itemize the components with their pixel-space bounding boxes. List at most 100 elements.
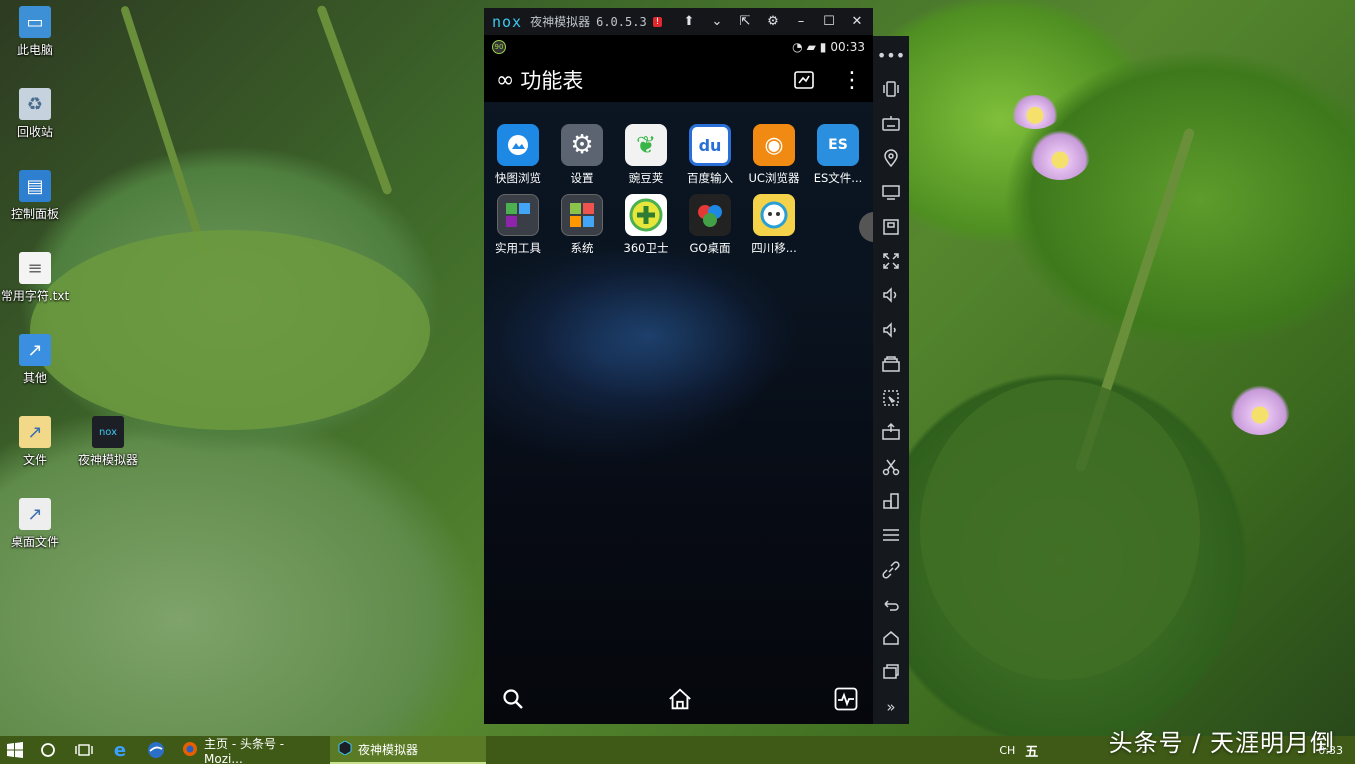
- app-label: 四川移...: [751, 241, 797, 255]
- desktop-icon-files[interactable]: ↗ 文件: [0, 416, 70, 468]
- shortcut-icon: ↗: [19, 334, 51, 366]
- edge-browser-icon[interactable]: e: [102, 736, 138, 764]
- ime-indicator[interactable]: 五: [1025, 741, 1038, 760]
- pin-icon[interactable]: ⬆: [681, 14, 697, 29]
- fullscreen-icon[interactable]: [878, 244, 904, 278]
- wifi-icon: ◔: [792, 40, 803, 54]
- keyboard-icon[interactable]: [878, 107, 904, 141]
- home-icon[interactable]: [667, 686, 693, 712]
- go-launcher-icon: [689, 194, 731, 236]
- signal-icon: ▰: [806, 40, 816, 54]
- app-label: 百度输入: [687, 171, 733, 185]
- desktop-icon-recycle-bin[interactable]: ♻ 回收站: [0, 88, 70, 140]
- desktop-icon-other[interactable]: ↗ 其他: [0, 334, 70, 386]
- desktop-icon-this-pc[interactable]: ▭ 此电脑: [0, 6, 70, 58]
- desktop-icon-nox[interactable]: nox 夜神模拟器: [73, 416, 143, 468]
- more-icon[interactable]: •••: [877, 38, 905, 72]
- status-bar: 90 ◔ ▰ ▮ 00:33: [484, 36, 873, 58]
- app-label: 快图浏览: [495, 171, 541, 185]
- taskbar-task-nox[interactable]: 夜神模拟器: [330, 736, 486, 764]
- app-pinned-icon[interactable]: [138, 736, 174, 764]
- app-baidu-input[interactable]: du 百度输入: [678, 124, 742, 186]
- scissors-icon[interactable]: [878, 450, 904, 484]
- desktop-icon-label: 其他: [22, 371, 47, 385]
- taskbar-task-firefox[interactable]: 主页 - 头条号 - Mozi...: [174, 736, 330, 764]
- volume-up-icon[interactable]: [878, 278, 904, 312]
- app-kuaitu[interactable]: 快图浏览: [486, 124, 550, 186]
- app-label: 设置: [570, 171, 594, 185]
- app-es-file[interactable]: ES ES文件...: [806, 124, 870, 186]
- app-wandoujia[interactable]: ❦ 豌豆荚: [614, 124, 678, 186]
- screenshot-icon[interactable]: [878, 209, 904, 243]
- desktop-icon-label: 夜神模拟器: [77, 453, 138, 467]
- search-icon[interactable]: [500, 686, 526, 712]
- macro-icon[interactable]: [878, 381, 904, 415]
- app-system-folder[interactable]: 系统: [550, 194, 614, 256]
- more-options-icon[interactable]: ⋮: [841, 68, 863, 93]
- folder-icon: [497, 194, 539, 236]
- menu-icon[interactable]: [878, 518, 904, 552]
- baidu-input-icon: du: [689, 124, 731, 166]
- image-viewer-icon: [497, 124, 539, 166]
- desktop-icon-label: 常用字符.txt: [0, 289, 70, 303]
- wallpaper-flower: [1030, 130, 1090, 180]
- task-label: 夜神模拟器: [358, 742, 419, 757]
- layout-icon[interactable]: [878, 484, 904, 518]
- location-icon[interactable]: [878, 141, 904, 175]
- desktop-icon-desktop-files[interactable]: ↗ 桌面文件: [0, 498, 70, 550]
- desktop-icon-label: 回收站: [16, 125, 53, 139]
- chevron-down-icon[interactable]: ⌄: [709, 14, 725, 29]
- wallpaper-stem: [316, 4, 393, 196]
- windows-start-icon[interactable]: [0, 736, 30, 764]
- emulator-title: 夜神模拟器: [530, 15, 591, 29]
- link-icon[interactable]: [878, 552, 904, 586]
- app-360-guard[interactable]: 360卫士: [614, 194, 678, 256]
- app-sichuan-mobile[interactable]: 四川移...: [742, 194, 806, 256]
- app-label: GO桌面: [689, 241, 731, 255]
- app-grid: 快图浏览 ⚙ 设置 ❦ 豌豆荚 du 百度输入 ◉ UC浏览器 ES ES文件.…: [486, 124, 872, 256]
- firefox-icon: [182, 741, 198, 760]
- wallpaper-pad: [920, 380, 1200, 680]
- nox-icon: nox: [92, 416, 124, 448]
- minimize-icon[interactable]: –: [793, 14, 809, 29]
- desktop-icon-text-file[interactable]: ≡ 常用字符.txt: [0, 252, 70, 304]
- app-label: ES文件...: [813, 171, 863, 185]
- apk-install-icon[interactable]: [878, 415, 904, 449]
- nox-icon: [338, 739, 352, 758]
- task-label: 主页 - 头条号 - Mozi...: [204, 736, 285, 764]
- desktop-icon-label: 控制面板: [10, 207, 59, 221]
- app-go-launcher[interactable]: GO桌面: [678, 194, 742, 256]
- multi-instance-icon[interactable]: [878, 347, 904, 381]
- language-indicator[interactable]: CH: [999, 744, 1015, 757]
- recycle-bin-icon: ♻: [19, 88, 51, 120]
- control-panel-icon: ▤: [19, 170, 51, 202]
- app-tools-folder[interactable]: 实用工具: [486, 194, 550, 256]
- activity-icon[interactable]: [833, 686, 859, 712]
- task-view-icon[interactable]: [66, 736, 102, 764]
- battery-icon: ▮: [819, 40, 827, 54]
- app-uc-browser[interactable]: ◉ UC浏览器: [742, 124, 806, 186]
- close-icon[interactable]: ✕: [849, 14, 865, 29]
- status-time: 00:33: [830, 40, 865, 54]
- wallpaper-flower: [1010, 95, 1060, 129]
- 360-guard-icon: [625, 194, 667, 236]
- back-icon[interactable]: [878, 587, 904, 621]
- gear-icon[interactable]: ⚙: [765, 14, 781, 29]
- cortana-search-icon[interactable]: [30, 736, 66, 764]
- sichuan-mobile-icon: [753, 194, 795, 236]
- desktop-icon-control-panel[interactable]: ▤ 控制面板: [0, 170, 70, 222]
- maximize-icon[interactable]: ☐: [821, 14, 837, 29]
- nox-logo: nox: [492, 12, 523, 31]
- volume-down-icon[interactable]: [878, 312, 904, 346]
- shake-icon[interactable]: [878, 72, 904, 106]
- recent-apps-icon[interactable]: [878, 655, 904, 689]
- screen-icon[interactable]: [878, 175, 904, 209]
- update-alert-badge[interactable]: !: [652, 16, 663, 27]
- store-icon[interactable]: [793, 69, 815, 91]
- share-icon[interactable]: ⇱: [737, 14, 753, 29]
- expand-icon[interactable]: »: [878, 690, 904, 724]
- app-settings[interactable]: ⚙ 设置: [550, 124, 614, 186]
- drawer-logo-icon: ∞: [496, 67, 515, 93]
- home-icon[interactable]: [878, 621, 904, 655]
- emulator-title-bar[interactable]: nox 夜神模拟器 6.0.5.3 ! ⬆ ⌄ ⇱ ⚙ – ☐ ✕: [484, 8, 873, 36]
